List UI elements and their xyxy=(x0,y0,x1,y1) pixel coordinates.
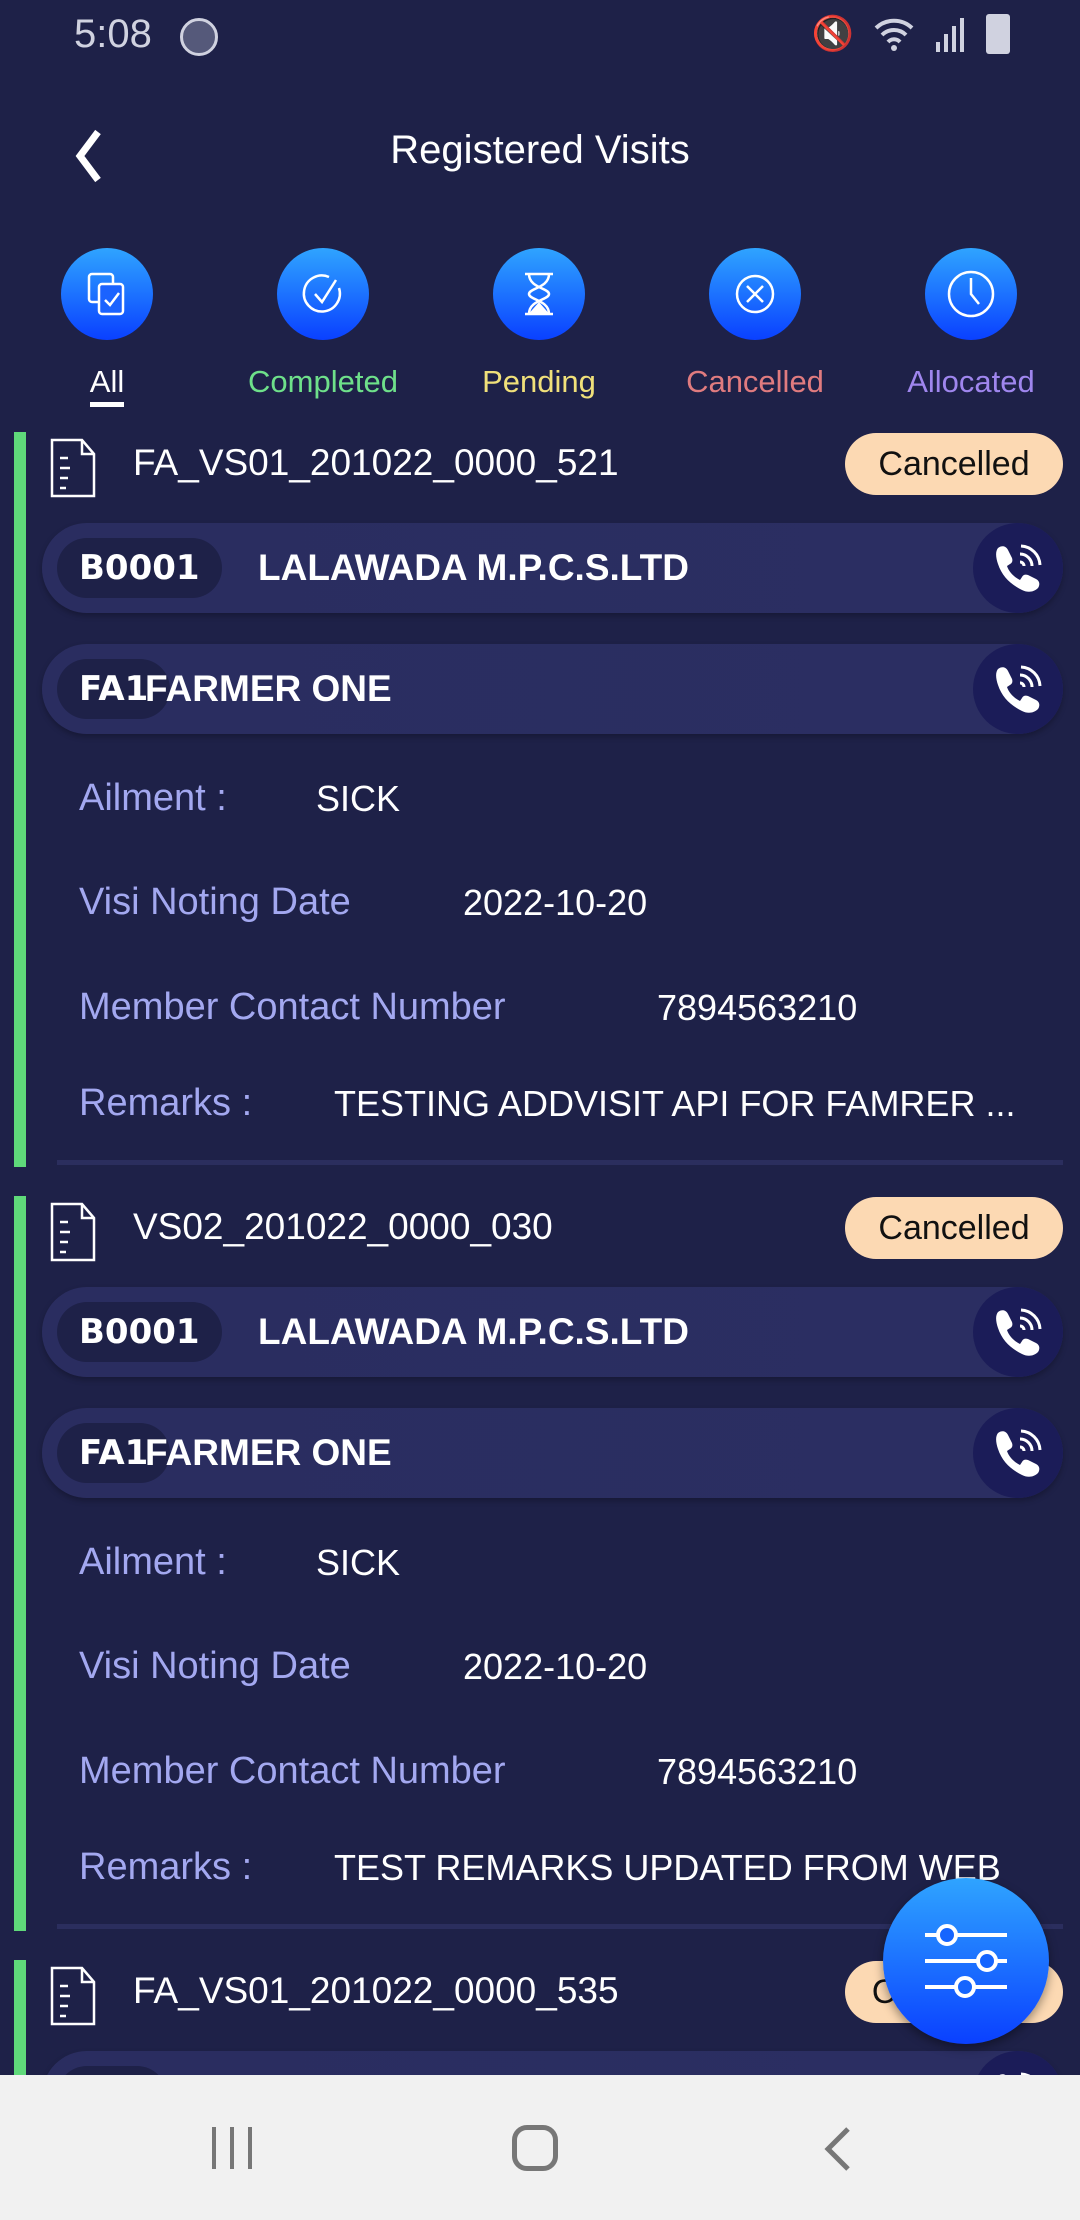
document-icon xyxy=(50,1202,96,1266)
date-label: Visi Noting Date xyxy=(79,881,351,923)
card-divider xyxy=(57,1160,1063,1165)
document-icon xyxy=(50,438,96,502)
visit-card[interactable]: VS02_201022_0000_030 Cancelled B0001 LALAWA… xyxy=(0,1196,1080,1932)
phone-call-icon xyxy=(996,1308,1042,1356)
remarks-label: Remarks : xyxy=(79,1082,253,1124)
call-farmer-button[interactable] xyxy=(973,1408,1063,1498)
society-row: B0001 LALAWADA M.P.C.S.LTD xyxy=(42,523,1063,613)
phone-call-icon xyxy=(996,1429,1042,1477)
document-icon xyxy=(50,1966,96,2030)
farmer-row: FA1 FARMER ONE xyxy=(42,644,1063,734)
status-bar-accent xyxy=(14,432,26,1167)
remarks-value: TESTING ADDVISIT API FOR FAMRER ... xyxy=(334,1083,1016,1124)
ailment-label: Ailment : xyxy=(79,777,227,819)
date-value: 2022-10-20 xyxy=(463,882,648,923)
contact-label: Member Contact Number xyxy=(79,986,506,1028)
farmer-name: FARMER ONE xyxy=(145,668,392,709)
status-badge: Cancelled xyxy=(845,1197,1063,1259)
society-row: B0001 LALAWADA M.P.C.S.LTD xyxy=(42,1287,1063,1377)
phone-call-icon xyxy=(996,544,1042,592)
date-value: 2022-10-20 xyxy=(463,1646,648,1687)
society-code: B0001 xyxy=(57,538,222,598)
date-label: Visi Noting Date xyxy=(79,1645,351,1687)
society-name: LALAWADA M.P.C.S.LTD xyxy=(258,547,689,588)
call-society-button[interactable] xyxy=(973,523,1063,613)
filter-fab-button[interactable] xyxy=(883,1878,1049,2044)
visit-card[interactable]: FA_VS01_201022_0000_521 Cancelled B0001 LAL… xyxy=(0,432,1080,1168)
visit-list[interactable]: FA_VS01_201022_0000_521 Cancelled B0001 LAL… xyxy=(0,0,1080,2141)
visit-id: FA_VS01_201022_0000_521 xyxy=(133,442,619,483)
ailment-label: Ailment : xyxy=(79,1541,227,1583)
farmer-name: FARMER ONE xyxy=(145,1432,392,1473)
remarks-label: Remarks : xyxy=(79,1846,253,1888)
home-button[interactable] xyxy=(512,2125,558,2171)
recent-apps-button[interactable] xyxy=(208,2125,256,2171)
farmer-row: FA1 FARMER ONE xyxy=(42,1408,1063,1498)
contact-value: 7894563210 xyxy=(657,1751,858,1792)
call-farmer-button[interactable] xyxy=(973,644,1063,734)
society-code: B0001 xyxy=(57,1302,222,1362)
remarks-value: TEST REMARKS UPDATED FROM WEB xyxy=(334,1847,1001,1888)
ailment-value: SICK xyxy=(316,1542,401,1583)
ailment-value: SICK xyxy=(316,778,401,819)
visit-id: FA_VS01_201022_0000_535 xyxy=(133,1970,619,2011)
sliders-icon xyxy=(925,1924,1007,1998)
visit-id: VS02_201022_0000_030 xyxy=(133,1206,553,1247)
status-badge: Cancelled xyxy=(845,433,1063,495)
system-nav-bar xyxy=(0,2075,1080,2220)
contact-value: 7894563210 xyxy=(657,987,858,1028)
status-bar-accent xyxy=(14,1196,26,1931)
call-society-button[interactable] xyxy=(973,1287,1063,1377)
contact-label: Member Contact Number xyxy=(79,1750,506,1792)
system-back-button[interactable] xyxy=(820,2125,856,2173)
society-name: LALAWADA M.P.C.S.LTD xyxy=(258,1311,689,1352)
phone-call-icon xyxy=(996,665,1042,713)
